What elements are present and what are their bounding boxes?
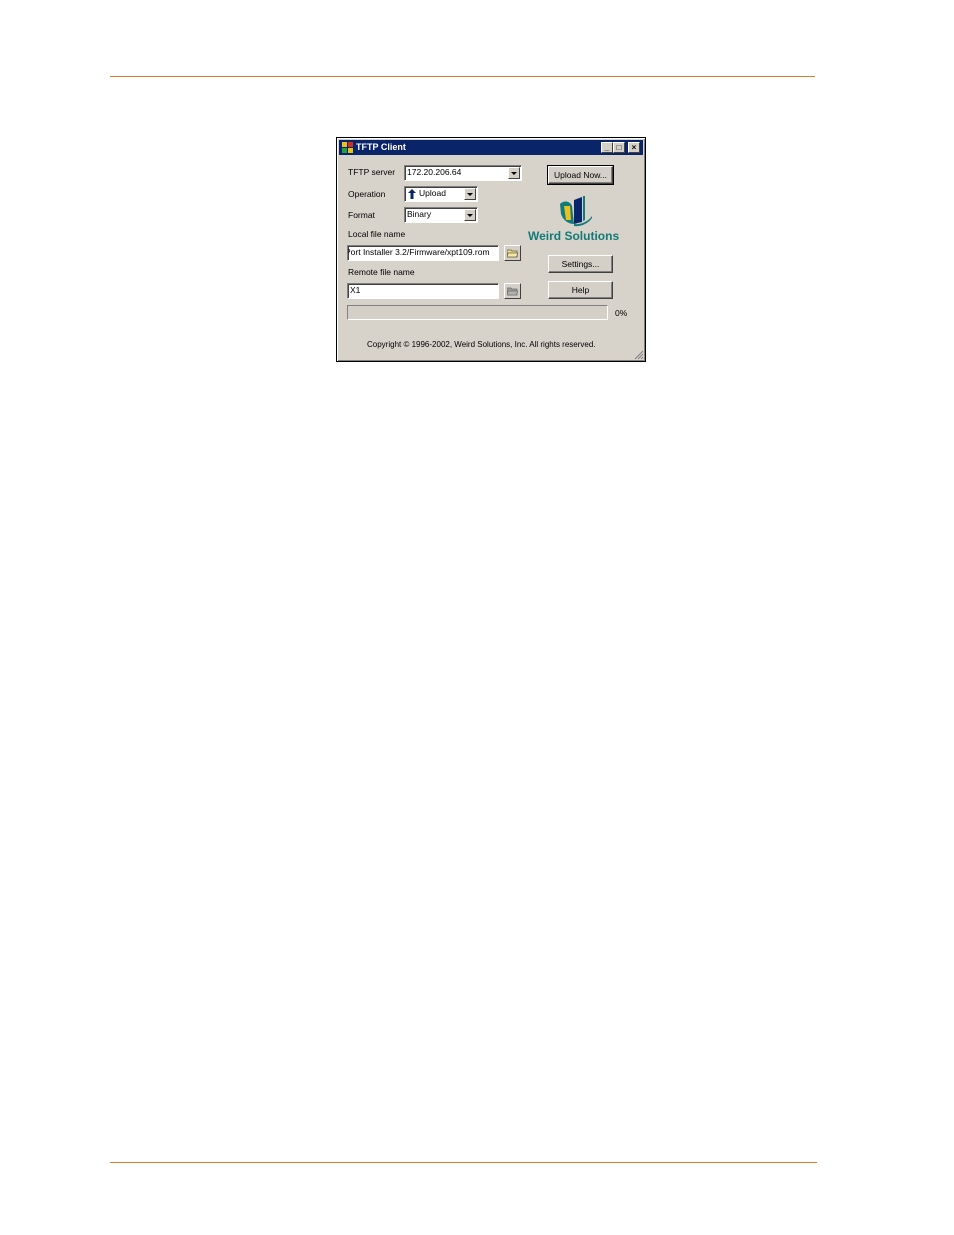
maximize-button[interactable]: □ [613, 142, 625, 153]
upload-now-button[interactable]: Upload Now... [547, 165, 614, 185]
maximize-icon: □ [616, 143, 622, 152]
upload-now-label: Upload Now... [554, 170, 607, 180]
minimize-icon: _ [604, 143, 610, 152]
copyright-text: Copyright © 1996-2002, Weird Solutions, … [367, 340, 596, 349]
app-icon [342, 142, 353, 153]
weird-solutions-logo-text: Weird Solutions [528, 229, 620, 243]
upload-arrow-icon [408, 189, 416, 199]
operation-select[interactable]: Upload [404, 186, 478, 202]
chevron-down-icon[interactable] [508, 167, 520, 179]
folder-icon [507, 249, 518, 258]
remote-file-value: X1 [350, 285, 361, 295]
browse-remote-button[interactable] [504, 283, 521, 299]
tftp-server-combo[interactable]: 172.20.206.64 [404, 165, 522, 181]
close-button[interactable]: × [628, 142, 640, 153]
tftp-server-value: 172.20.206.64 [407, 167, 462, 177]
remote-file-label: Remote file name [348, 267, 415, 277]
chevron-down-icon[interactable] [464, 209, 476, 221]
settings-button[interactable]: Settings... [548, 255, 613, 273]
chevron-down-icon[interactable] [464, 188, 476, 200]
local-file-label: Local file name [348, 229, 406, 239]
weird-solutions-logo-icon [560, 196, 592, 227]
upload-progress-bar [347, 305, 608, 320]
folder-disabled-icon [507, 287, 518, 296]
settings-label: Settings... [561, 259, 600, 269]
title-bar[interactable]: TFTP Client _ □ × [339, 140, 643, 155]
page-footer-rule [110, 1162, 817, 1163]
operation-value: Upload [419, 188, 446, 198]
page-header-rule [110, 76, 815, 77]
browse-local-button[interactable] [504, 245, 521, 261]
local-file-input[interactable]: Port Installer 3.2/Firmware/xpt109.rom [347, 245, 499, 261]
remote-file-input[interactable]: X1 [347, 283, 499, 299]
operation-label: Operation [348, 189, 386, 199]
progress-percent: 0% [615, 308, 628, 318]
window-title: TFTP Client [356, 142, 406, 152]
close-icon: × [631, 143, 637, 152]
tftp-server-label: TFTP server [348, 167, 396, 177]
minimize-button[interactable]: _ [601, 142, 613, 153]
resize-grip-icon[interactable] [634, 350, 644, 360]
help-label: Help [571, 285, 590, 295]
format-label: Format [348, 210, 375, 220]
format-select[interactable]: Binary [404, 207, 478, 223]
help-button[interactable]: Help [548, 281, 613, 299]
format-value: Binary [407, 209, 432, 219]
local-file-value: Port Installer 3.2/Firmware/xpt109.rom [347, 247, 490, 257]
